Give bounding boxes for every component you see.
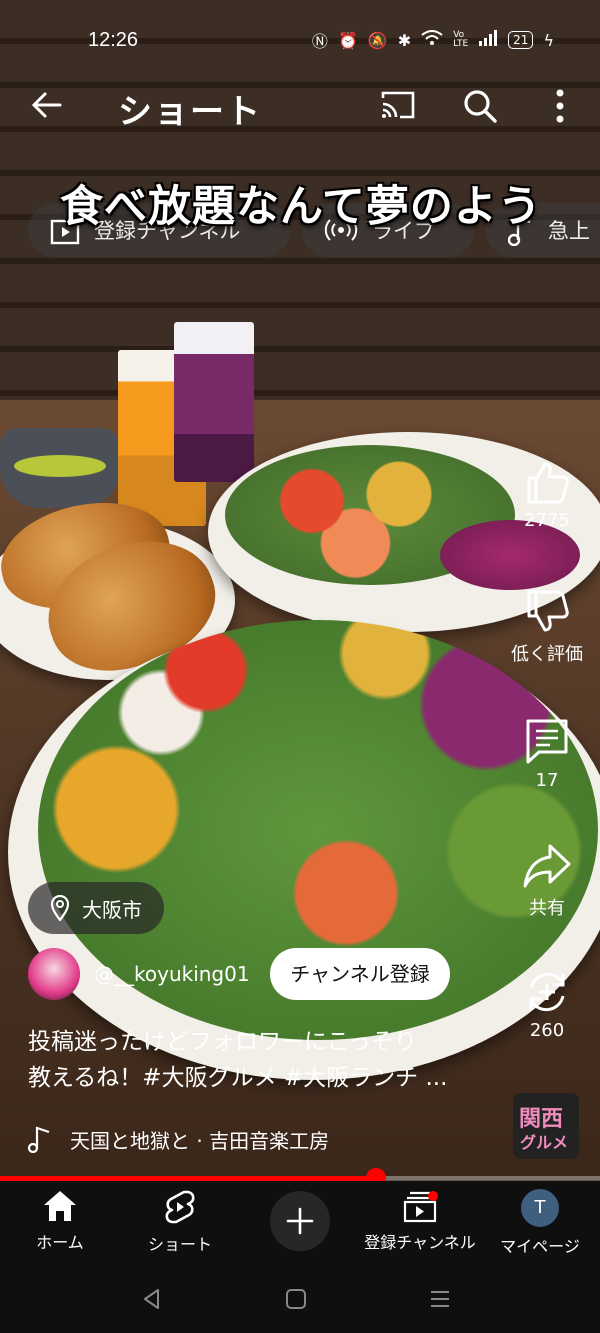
home-icon <box>44 1191 76 1221</box>
system-home-icon[interactable] <box>285 1287 307 1311</box>
subscribe-button[interactable]: チャンネル登録 <box>270 948 450 1000</box>
remix-count: 260 <box>529 1020 565 1041</box>
chip-label: 急上 <box>548 219 590 243</box>
comment-icon <box>526 719 568 764</box>
remix-icon <box>529 972 565 1012</box>
notification-dot <box>428 1191 438 1201</box>
comments-button[interactable]: 17 <box>508 716 586 791</box>
dislike-label: 低く評価 <box>511 644 583 665</box>
music-note-icon <box>28 1126 50 1153</box>
nav-home[interactable]: ホーム <box>0 1189 120 1253</box>
share-button[interactable]: 共有 <box>508 842 586 920</box>
nav-label: 登録チャンネル <box>364 1233 476 1252</box>
share-label: 共有 <box>529 898 565 919</box>
nav-shorts[interactable]: ショート <box>120 1189 240 1255</box>
like-button[interactable]: 2775 <box>508 458 586 531</box>
alarm-icon: ⏰ <box>337 30 358 50</box>
bottom-navigation: ホーム ショート 登録チャンネル T マイページ <box>0 1181 600 1265</box>
share-icon <box>523 844 571 888</box>
channel-row: @__koyuking01 チャンネル登録 <box>28 948 468 1002</box>
page-title: ショート <box>118 92 262 132</box>
dislike-button[interactable]: 低く評価 <box>508 588 586 666</box>
location-chip[interactable]: 大阪市 <box>28 882 164 934</box>
status-icons: Ⓝ ⏰ 🔕 ✱ Vo LTE 21 ϟ <box>312 28 554 52</box>
music-label: 天国と地獄と · 吉田音楽工房 <box>70 1128 330 1153</box>
music-info[interactable]: 天国と地獄と · 吉田音楽工房 <box>28 1124 329 1154</box>
mute-icon: 🔕 <box>367 30 388 50</box>
status-time: 12:26 <box>88 29 139 51</box>
more-options-icon[interactable] <box>548 88 572 124</box>
bluetooth-icon: ✱ <box>397 30 412 50</box>
system-recents-icon[interactable] <box>428 1287 452 1311</box>
avatar: T <box>521 1189 559 1227</box>
signal-icon <box>478 30 498 50</box>
channel-avatar[interactable] <box>28 948 80 1000</box>
remix-button[interactable]: 260 <box>508 968 586 1041</box>
wifi-icon <box>421 30 443 50</box>
video-overlay-text: 食べ放題なんて夢のよう <box>60 182 542 232</box>
search-icon[interactable] <box>462 88 498 124</box>
nav-label: ホーム <box>36 1233 84 1252</box>
top-app-bar: ショート <box>0 78 600 134</box>
system-navigation-bar <box>0 1265 600 1333</box>
create-button[interactable] <box>270 1191 330 1251</box>
create-icon <box>286 1207 314 1235</box>
brand-line: グルメ <box>520 1133 569 1152</box>
juice-carton <box>174 322 254 482</box>
sound-thumbnail[interactable]: 関西 グルメ <box>513 1093 579 1159</box>
thumbs-down-icon <box>527 590 569 632</box>
charging-icon: ϟ <box>543 30 554 50</box>
tea <box>14 455 106 477</box>
like-count: 2775 <box>524 510 570 531</box>
shorts-icon <box>165 1190 195 1224</box>
nfc-icon: Ⓝ <box>311 32 328 51</box>
nav-label: マイページ <box>500 1237 580 1256</box>
comment-count: 17 <box>535 770 559 791</box>
cast-icon[interactable] <box>380 90 416 120</box>
channel-handle[interactable]: @__koyuking01 <box>94 962 250 986</box>
caption-line: 教えるね！#大阪グルメ #大阪ランチ ... <box>28 1065 448 1091</box>
shorts-screen: 12:26 Ⓝ ⏰ 🔕 ✱ Vo LTE 21 ϟ ショート 登録チャンネル ラ… <box>0 0 600 1333</box>
volte-icon: Vo LTE <box>453 30 469 49</box>
video-caption[interactable]: 投稿迷ったけどフォロワーにこっそり 教えるね！#大阪グルメ #大阪ランチ ... <box>28 1024 498 1096</box>
caption-line: 投稿迷ったけどフォロワーにこっそり <box>28 1029 417 1055</box>
thumbs-up-icon <box>527 462 569 504</box>
nav-label: ショート <box>147 1235 212 1254</box>
location-pin-icon <box>50 895 70 921</box>
nav-my-page[interactable]: T マイページ <box>480 1189 600 1257</box>
nav-subscriptions[interactable]: 登録チャンネル <box>360 1189 480 1253</box>
system-back-icon[interactable] <box>140 1287 164 1311</box>
status-bar: 12:26 Ⓝ ⏰ 🔕 ✱ Vo LTE 21 ϟ <box>0 22 600 58</box>
battery-icon: 21 <box>508 31 534 49</box>
back-arrow-icon[interactable] <box>30 88 64 122</box>
location-label: 大阪市 <box>82 897 142 922</box>
